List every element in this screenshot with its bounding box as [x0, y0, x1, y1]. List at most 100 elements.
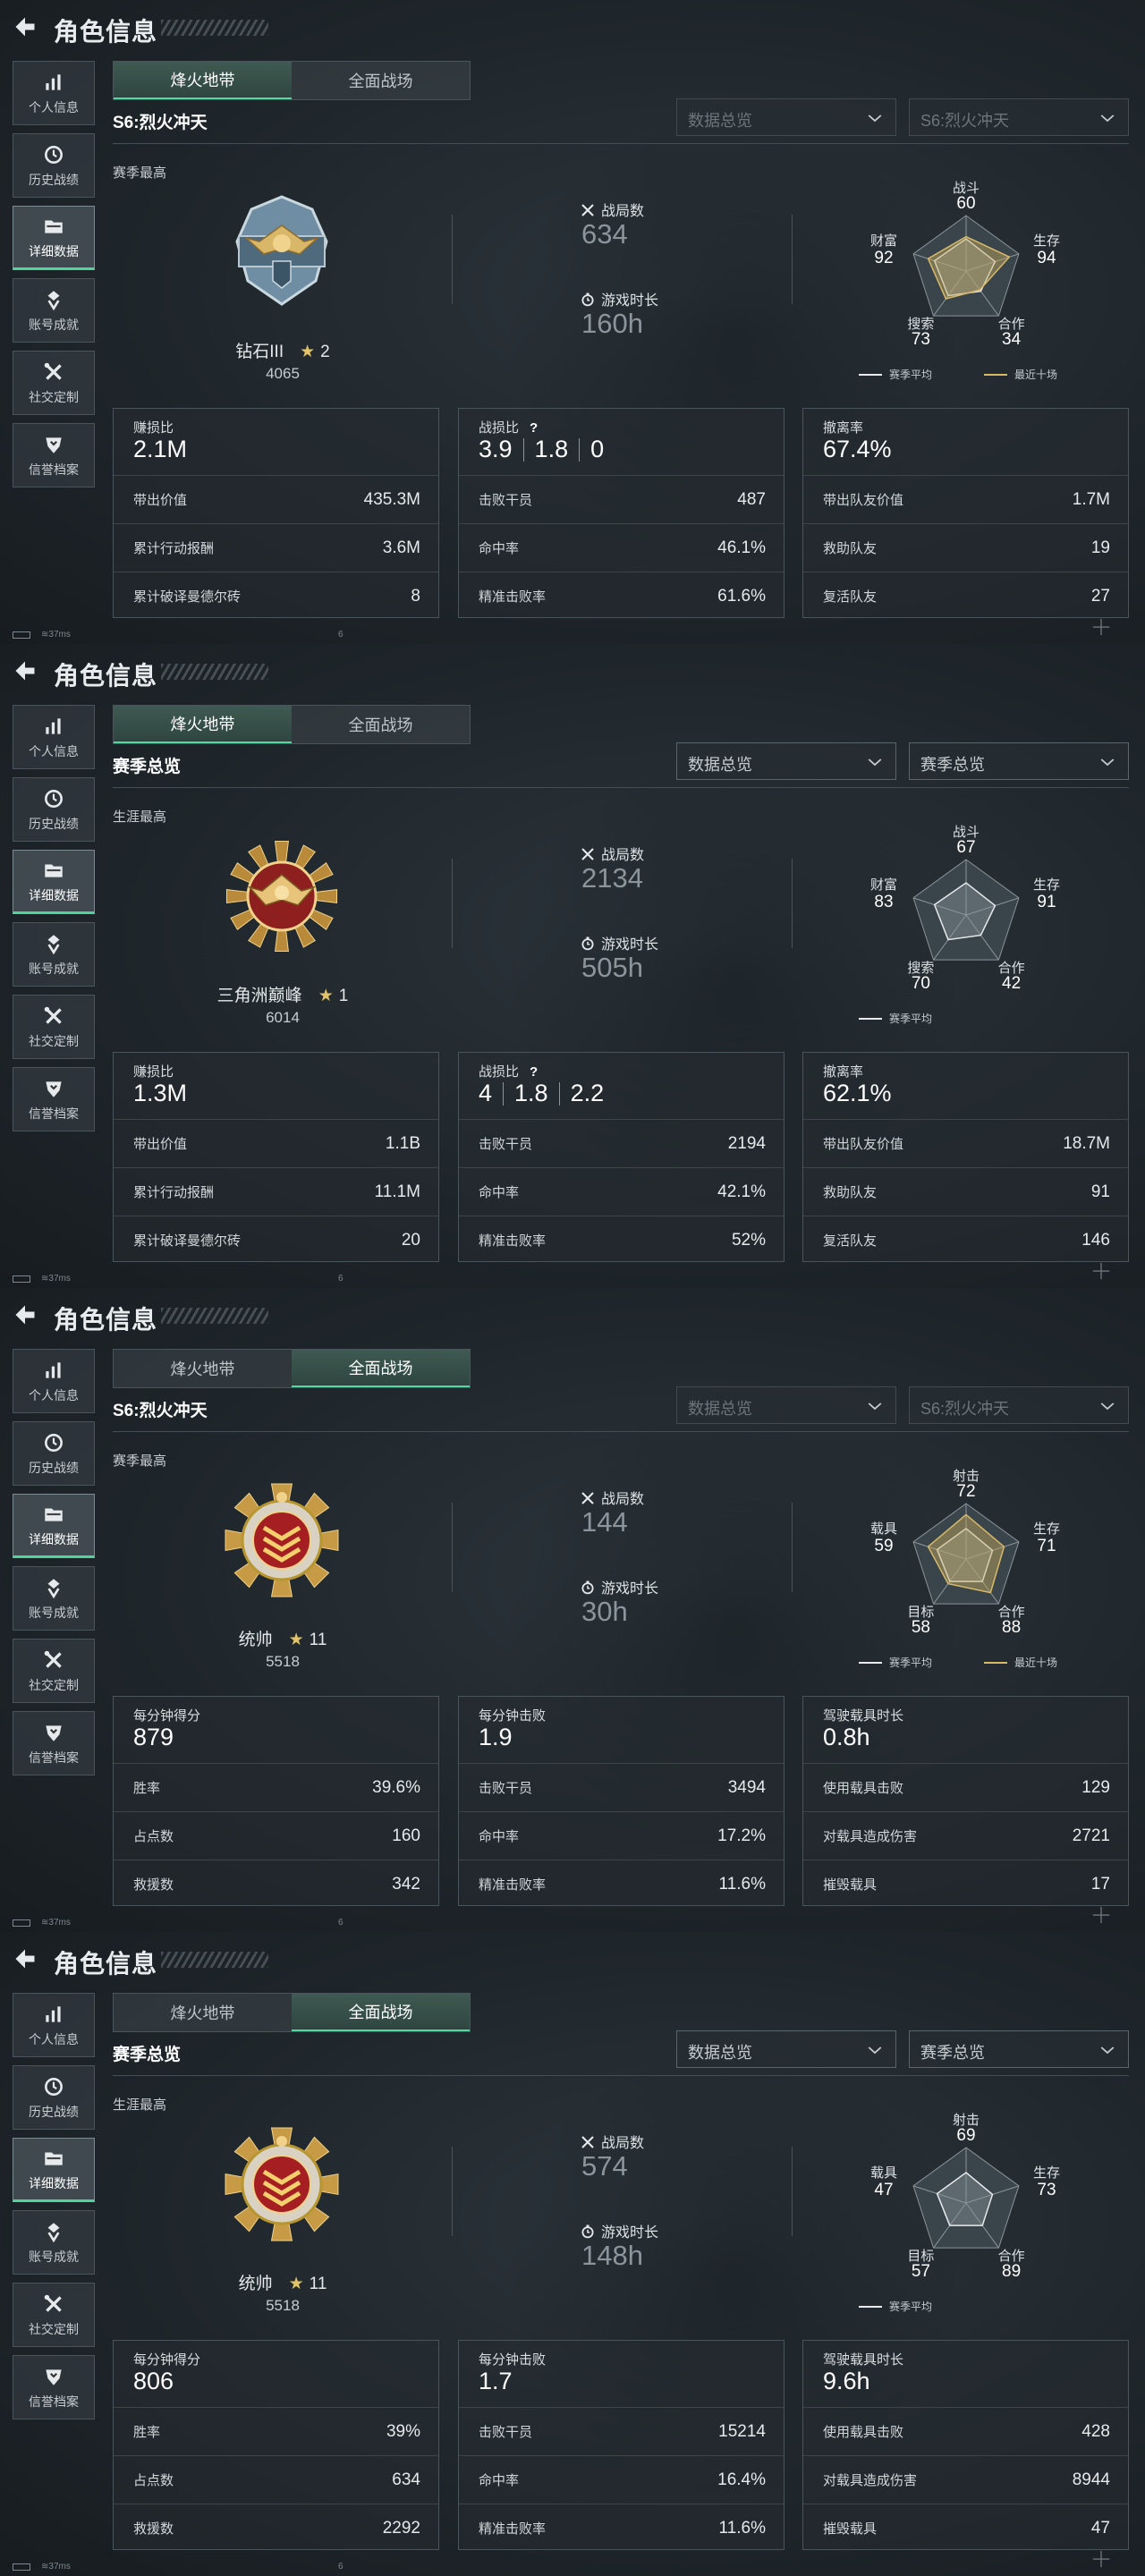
stats-panel: 战损比? 3.9 1.8 0 击败干员 487 命中率 46.1% 精准击败率 61.6% [458, 408, 785, 618]
sidebar-item-label: 个人信息 [29, 99, 79, 114]
sidebar-item[interactable]: 社交定制 [13, 1639, 95, 1703]
main-value: 1.8 [534, 436, 569, 462]
sidebar-item[interactable]: 信誉档案 [13, 423, 95, 487]
mode-tab[interactable]: 全面战场 [292, 62, 470, 99]
sidebar-item[interactable]: 详细数据 [13, 1494, 95, 1558]
legend-average: 赛季平均 [859, 1655, 932, 1670]
sidebar-item[interactable]: 账号成就 [13, 278, 95, 343]
diamond-eagle-rank-emblem [235, 195, 328, 306]
back-button[interactable] [13, 658, 38, 683]
filter-dropdown[interactable]: 数据总览 [676, 2030, 896, 2068]
stat-row: 胜率 39.6% [114, 1763, 438, 1811]
panel-main-value: 0.8h [823, 1724, 870, 1751]
mode-tab[interactable]: 烽火地带 [114, 62, 292, 99]
play-time-label-text: 游戏时长 [601, 1581, 659, 1597]
stat-row-value: 435.3M [363, 489, 420, 509]
main-value: 1.7 [479, 2368, 513, 2394]
sidebar-item[interactable]: 个人信息 [13, 61, 95, 125]
back-button[interactable] [13, 14, 38, 39]
status-bar: ≋ 37ms 6 [13, 1274, 344, 1284]
sidebar-item[interactable]: 详细数据 [13, 206, 95, 270]
value-separator [522, 437, 524, 462]
help-icon[interactable]: ? [530, 1064, 538, 1080]
filter-dropdown[interactable]: 数据总览 [676, 1386, 896, 1424]
stat-row-value: 487 [737, 489, 766, 509]
shield-icon [42, 1077, 65, 1100]
stat-row: 对载具造成伤害 8944 [803, 2455, 1128, 2504]
crossed-guns-icon [581, 2136, 594, 2148]
stat-row-value: 342 [392, 1874, 420, 1894]
sidebar-item[interactable]: 历史战绩 [13, 777, 95, 842]
mode-tab[interactable]: 全面战场 [292, 1350, 470, 1387]
sidebar-item[interactable]: 社交定制 [13, 995, 95, 1059]
filter-dropdown[interactable]: 赛季总览 [909, 2030, 1129, 2068]
crossed-guns-icon [580, 202, 596, 218]
section-title: 赛季总览 [113, 2046, 182, 2064]
filter-dropdown[interactable]: S6:烈火冲天 [909, 1386, 1129, 1424]
stat-row-label: 精准击败率 [479, 2521, 547, 2537]
filter-dropdown[interactable]: 数据总览 [676, 742, 896, 780]
battles-value: 144 [581, 1506, 628, 1538]
mode-tab[interactable]: 烽火地带 [114, 1350, 292, 1387]
sidebar-item[interactable]: 信誉档案 [13, 1711, 95, 1775]
stat-row-label: 命中率 [479, 2473, 520, 2488]
sidebar-item[interactable]: 详细数据 [13, 2138, 95, 2202]
play-time-value: 505h [581, 952, 643, 983]
dropdown-value: 数据总览 [688, 112, 752, 130]
mode-tab[interactable]: 烽火地带 [114, 706, 292, 743]
filter-dropdown[interactable]: 数据总览 [676, 98, 896, 136]
stat-row-label: 累计行动报酬 [133, 1185, 215, 1200]
sidebar-item[interactable]: 账号成就 [13, 2210, 95, 2275]
radar-axis-value: 60 [956, 194, 975, 213]
chevron-down-icon [868, 114, 882, 123]
mode-tab[interactable]: 烽火地带 [114, 1994, 292, 2031]
filter-dropdown[interactable]: S6:烈火冲天 [909, 98, 1129, 136]
stat-row: 复活队友 146 [803, 1216, 1128, 1264]
battles-label: 战局数 [580, 843, 644, 864]
sidebar-item[interactable]: 历史战绩 [13, 133, 95, 198]
sidebar-item-label: 详细数据 [29, 2175, 79, 2190]
tools-icon [44, 1006, 62, 1024]
sidebar-item-label: 详细数据 [29, 1531, 79, 1546]
radar-axis-label: 财富 [870, 233, 897, 249]
crossed-guns-icon [581, 204, 594, 216]
sidebar-item-label: 社交定制 [29, 389, 79, 404]
sidebar-item[interactable]: 详细数据 [13, 850, 95, 914]
sidebar-item[interactable]: 社交定制 [13, 351, 95, 415]
sidebar-item[interactable]: 个人信息 [13, 1993, 95, 2057]
sidebar-item[interactable]: 历史战绩 [13, 1421, 95, 1486]
sidebar-item[interactable]: 信誉档案 [13, 1067, 95, 1131]
main-value: 2.1M [133, 436, 188, 462]
panel-title: 驾驶载具时长 [823, 2350, 903, 2368]
crosshair-icon [1092, 1906, 1110, 1924]
help-icon[interactable]: ? [530, 420, 538, 436]
sidebar-item[interactable]: 个人信息 [13, 1349, 95, 1413]
panel-title: 每分钟击败 [479, 1706, 546, 1724]
mode-tab[interactable]: 全面战场 [292, 706, 470, 743]
crossed-guns-icon [580, 1490, 596, 1506]
stat-row-label: 带出队友价值 [823, 1137, 904, 1152]
sidebar-item[interactable]: 账号成就 [13, 1566, 95, 1631]
sidebar-item[interactable]: 历史战绩 [13, 2065, 95, 2130]
rank-line: 三角洲巅峰 ★ 1 [113, 982, 453, 1006]
stat-row-label: 击败干员 [479, 2425, 533, 2440]
radar-axis-value: 73 [912, 330, 930, 349]
stat-row-value: 52% [731, 1230, 766, 1250]
back-button[interactable] [13, 1946, 38, 1971]
sidebar-item[interactable]: 信誉档案 [13, 2355, 95, 2419]
sidebar-item[interactable]: 个人信息 [13, 705, 95, 769]
stat-row-label: 带出价值 [133, 493, 188, 508]
vertical-divider [452, 859, 453, 948]
mode-tab[interactable]: 全面战场 [292, 1994, 470, 2031]
sidebar-item[interactable]: 账号成就 [13, 922, 95, 987]
back-button[interactable] [13, 1302, 38, 1327]
star-icon: ★ [288, 1631, 304, 1649]
battles-label: 战局数 [580, 1487, 644, 1508]
sidebar-item[interactable]: 社交定制 [13, 2283, 95, 2347]
radar-axis-value: 57 [912, 2262, 930, 2281]
status-number: 6 [338, 630, 344, 640]
stats-panel: 每分钟得分 879 胜率 39.6% 占点数 160 救援数 342 [113, 1696, 439, 1906]
stat-row-value: 47 [1090, 2518, 1110, 2538]
tools-icon [42, 2292, 65, 2316]
filter-dropdown[interactable]: 赛季总览 [909, 742, 1129, 780]
